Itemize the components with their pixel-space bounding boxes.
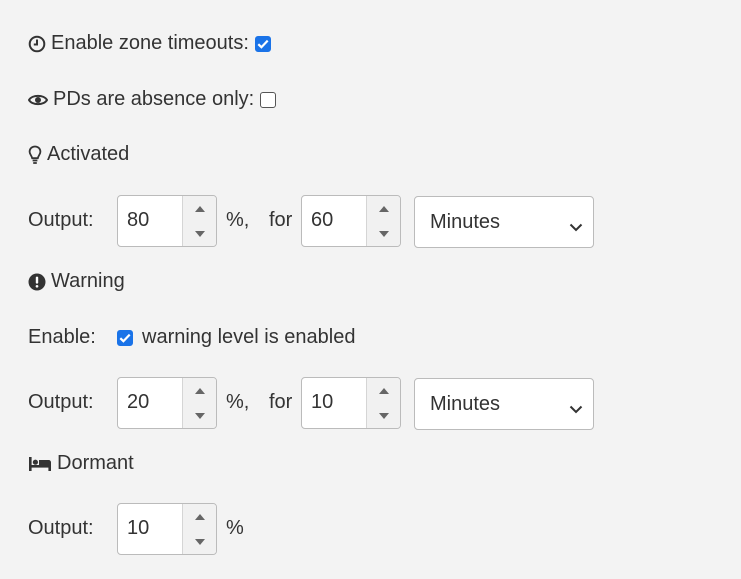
dormant-title: Dormant [57, 452, 134, 474]
lightbulb-icon [28, 145, 42, 165]
exclamation-circle-icon [28, 273, 46, 291]
chevron-up-icon [194, 205, 205, 212]
dormant-output-stepper [182, 504, 216, 554]
clock-icon [28, 35, 46, 53]
dormant-output-label: Output: [28, 517, 94, 539]
warning-enable-checkbox[interactable] [117, 329, 133, 346]
dormant-output-value: 10 [127, 517, 150, 539]
activated-duration-value: 60 [311, 209, 334, 231]
chevron-down-icon [569, 397, 583, 420]
pds-absence-label: PDs are absence only: [53, 88, 255, 110]
activated-output-stepper [182, 196, 216, 246]
pds-absence-row: PDs are absence only: [28, 88, 277, 111]
activated-output-input[interactable]: 80 [117, 195, 217, 247]
warning-percent-label: %, [226, 391, 250, 413]
dormant-percent-label: % [226, 517, 244, 539]
dormant-heading: Dormant [28, 452, 134, 475]
increment-button[interactable] [367, 196, 400, 221]
warning-duration-stepper [366, 378, 400, 428]
activated-output-value: 80 [127, 209, 150, 231]
increment-button[interactable] [183, 504, 216, 529]
increment-button[interactable] [183, 196, 216, 221]
warning-enable-row: warning level is enabled [117, 326, 355, 349]
activated-unit-select[interactable]: Minutes [414, 196, 594, 248]
chevron-down-icon [194, 230, 205, 237]
activated-heading: Activated [28, 143, 129, 166]
chevron-up-icon [378, 205, 389, 212]
warning-output-value: 20 [127, 391, 150, 413]
chevron-down-icon [569, 215, 583, 238]
warning-duration-input[interactable]: 10 [301, 377, 401, 429]
eye-icon [28, 93, 48, 107]
decrement-button[interactable] [183, 529, 216, 554]
warning-duration-value: 10 [311, 391, 334, 413]
warning-output-stepper [182, 378, 216, 428]
activated-percent-label: %, [226, 209, 250, 231]
pds-absence-checkbox[interactable] [260, 91, 277, 108]
increment-button[interactable] [183, 378, 216, 403]
activated-unit-value: Minutes [430, 211, 501, 233]
chevron-up-icon [194, 513, 205, 520]
decrement-button[interactable] [183, 221, 216, 246]
zone-timeouts-checkbox[interactable] [254, 35, 271, 52]
activated-for-label: for [269, 209, 293, 231]
zone-timeouts-label: Enable zone timeouts: [51, 32, 249, 54]
activated-duration-input[interactable]: 60 [301, 195, 401, 247]
chevron-down-icon [194, 412, 205, 419]
warning-title: Warning [51, 270, 125, 292]
warning-enable-text: warning level is enabled [142, 326, 356, 348]
decrement-button[interactable] [367, 221, 400, 246]
chevron-up-icon [378, 387, 389, 394]
warning-heading: Warning [28, 270, 125, 293]
dormant-output-input[interactable]: 10 [117, 503, 217, 555]
zone-timeouts-row: Enable zone timeouts: [28, 32, 271, 55]
chevron-down-icon [378, 412, 389, 419]
warning-output-label: Output: [28, 391, 94, 413]
decrement-button[interactable] [183, 403, 216, 428]
chevron-up-icon [194, 387, 205, 394]
decrement-button[interactable] [367, 403, 400, 428]
warning-unit-value: Minutes [430, 393, 501, 415]
activated-title: Activated [47, 143, 130, 165]
warning-output-input[interactable]: 20 [117, 377, 217, 429]
warning-unit-select[interactable]: Minutes [414, 378, 594, 430]
chevron-down-icon [194, 538, 205, 545]
activated-duration-stepper [366, 196, 400, 246]
activated-output-label: Output: [28, 209, 94, 231]
chevron-down-icon [378, 230, 389, 237]
warning-enable-label: Enable: [28, 326, 96, 348]
increment-button[interactable] [367, 378, 400, 403]
bed-icon [28, 456, 52, 472]
warning-for-label: for [269, 391, 293, 413]
